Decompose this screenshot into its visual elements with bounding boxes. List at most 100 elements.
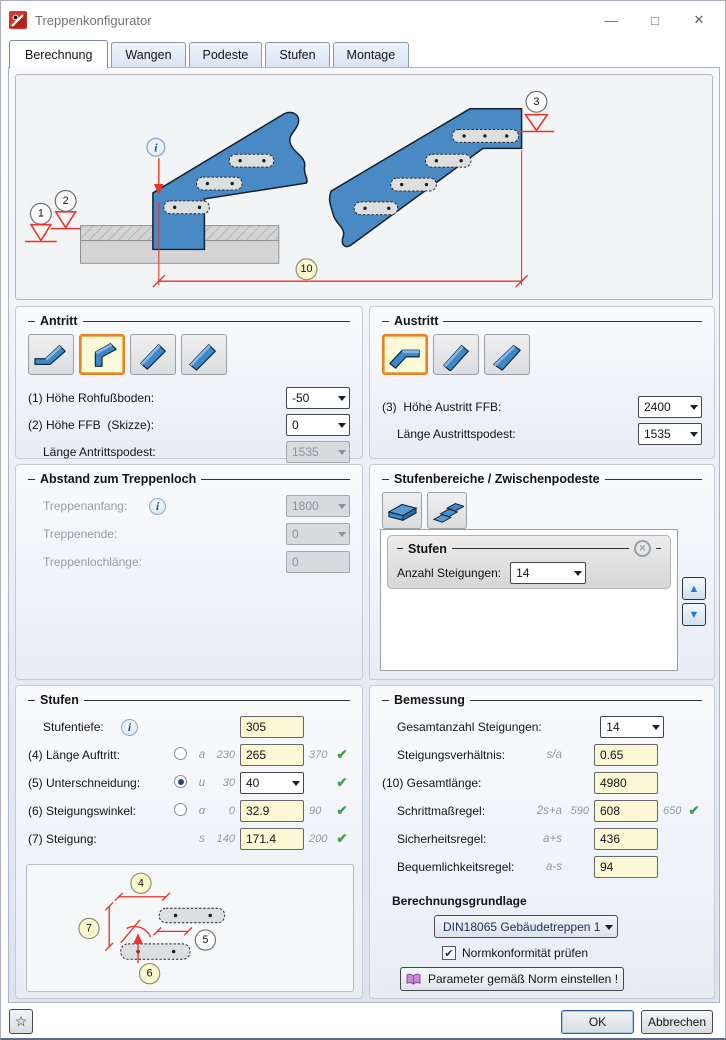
steigungswinkel-radio[interactable] — [174, 803, 187, 816]
steigung-field[interactable]: 171.4 — [240, 828, 304, 850]
max-value: 650 — [663, 805, 682, 817]
minimize-button[interactable]: — — [593, 7, 629, 33]
antritt-type-post-button[interactable] — [79, 334, 125, 375]
maximize-button[interactable]: □ — [637, 7, 673, 33]
antritt-slope1-icon — [140, 343, 166, 370]
title-bar: Treppenkonfigurator — □ ✕ — [1, 1, 725, 39]
field-label: Treppenanfang: — [43, 499, 128, 513]
check-icon: ✔ — [336, 775, 348, 790]
level-marker-2: 2 — [50, 189, 81, 230]
steigungswinkel-field[interactable]: 32.9 — [240, 800, 304, 822]
laenge-auftritt-field[interactable]: 265 — [240, 744, 304, 766]
max-value: 370 — [309, 749, 328, 761]
antritt-type-slope2-button[interactable] — [181, 334, 227, 375]
tab-montage[interactable]: Montage — [332, 42, 410, 67]
field-label: (6) Steigungswinkel: — [28, 804, 137, 818]
bereich-add-buttons — [382, 492, 702, 529]
dim-4: 4 — [114, 872, 171, 902]
tab-podeste[interactable]: Podeste — [188, 42, 263, 67]
favorite-button[interactable]: ☆ — [9, 1009, 33, 1034]
field-label: Bequemlichkeitsregel: — [397, 860, 515, 874]
group-title: Stufenbereiche / Zwischenpodeste — [382, 472, 702, 486]
symbol-label: s — [199, 833, 205, 845]
treppenanfang-select: 1800 — [286, 495, 350, 517]
info-icon[interactable]: i — [149, 497, 166, 515]
add-stufenbereich-button[interactable] — [427, 492, 467, 529]
move-down-button[interactable]: ▼ — [682, 603, 706, 626]
step-detail-panel: 4 7 5 6 — [26, 864, 354, 992]
field-label: (1) Höhe Rohfußboden: — [28, 390, 155, 405]
gesamtlaenge-field[interactable]: 4980 — [594, 772, 658, 794]
svg-text:6: 6 — [147, 968, 153, 980]
antritt-slope2-icon — [189, 343, 216, 371]
field-label: (10) Gesamtlänge: — [382, 776, 482, 790]
bequemlichkeitsregel-field[interactable]: 94 — [594, 856, 658, 878]
dropdown-arrow-icon — [574, 571, 583, 580]
close-button[interactable]: ✕ — [681, 7, 717, 33]
svg-text:7: 7 — [86, 922, 92, 934]
min-value: 0 — [228, 805, 235, 817]
svg-text:2: 2 — [63, 195, 69, 207]
normkonformitaet-checkbox[interactable]: ✔ — [442, 946, 456, 960]
info-icon[interactable]: i — [121, 718, 138, 736]
unterschneidung-select[interactable]: 40 — [240, 772, 304, 794]
group-austritt: Austritt (3) Höhe Austritt FFB: 2400 Län… — [369, 306, 715, 459]
norm-einstellen-button[interactable]: Parameter gemäß Norm einstellen ! — [400, 967, 624, 991]
treppenende-select: 0 — [286, 523, 350, 545]
antritt-type-slope1-button[interactable] — [130, 334, 176, 375]
austritt-type-landing-button[interactable] — [382, 334, 428, 375]
dropdown-arrow-icon — [652, 725, 661, 734]
add-podest-button[interactable] — [382, 492, 422, 529]
info-icon[interactable]: i — [146, 137, 166, 157]
steigungsverhaeltnis-field[interactable]: 0.65 — [594, 744, 658, 766]
austritt-slope2-icon — [493, 344, 521, 371]
gesamtanzahl-steigungen-select[interactable]: 14 — [600, 716, 665, 738]
antritt-podest-icon — [34, 344, 66, 365]
field-label: (2) Höhe FFB (Skizze): — [28, 417, 155, 432]
field-label: Sicherheitsregel: — [397, 832, 487, 846]
anzahl-steigungen-select[interactable]: 14 — [510, 562, 587, 584]
sicherheitsregel-field[interactable]: 436 — [594, 828, 658, 850]
group-bemessung: Bemessung Gesamtanzahl Steigungen: 14 St… — [369, 685, 715, 999]
field-label: Steigungsverhältnis: — [397, 748, 506, 762]
field-label: Gesamtanzahl Steigungen: — [397, 720, 542, 734]
group-title: Abstand zum Treppenloch — [28, 472, 350, 486]
check-icon: ✔ — [336, 831, 348, 846]
field-label: (4) Länge Auftritt: — [28, 748, 121, 762]
tab-wangen[interactable]: Wangen — [111, 42, 186, 67]
norm-select[interactable]: DIN18065 Gebäudetreppen 1 — [434, 915, 618, 938]
hoehe-austritt-ffb-select[interactable]: 2400 — [638, 395, 702, 418]
cancel-button[interactable]: Abbrechen — [641, 1010, 713, 1034]
stair-diagram: 1 2 3 i 10 — [25, 90, 555, 288]
austritt-type-buttons — [382, 334, 702, 375]
hoehe-ffb-select[interactable]: 0 — [286, 413, 350, 436]
tab-stufen[interactable]: Stufen — [265, 42, 330, 67]
auftritt-radio[interactable] — [174, 747, 187, 760]
ok-button[interactable]: OK — [561, 1010, 634, 1034]
stufentiefe-field[interactable]: 305 — [240, 716, 304, 738]
stufen-card-header: Stufen ✕ — [397, 540, 661, 557]
austritt-type-slope2-button[interactable] — [484, 334, 530, 375]
svg-text:10: 10 — [300, 263, 312, 275]
treppenkonfigurator-dialog: Treppenkonfigurator — □ ✕ Berechnung Wan… — [0, 0, 726, 1040]
austritt-type-slope1-button[interactable] — [433, 334, 479, 375]
move-up-button[interactable]: ▲ — [682, 577, 706, 600]
antritt-type-podest-button[interactable] — [28, 334, 74, 375]
dropdown-arrow-icon — [338, 422, 346, 432]
group-title: Stufen — [28, 693, 350, 707]
group-title: Bemessung — [382, 693, 702, 707]
dropdown-arrow-icon — [605, 924, 613, 934]
berechnungsgrundlage-title: Berechnungsgrundlage — [392, 894, 527, 908]
field-label: Länge Austrittspodest: — [397, 426, 516, 441]
hoehe-rohfussboden-select[interactable]: -50 — [286, 386, 350, 409]
symbol-label: a-s — [546, 861, 562, 873]
laenge-austrittspodest-select[interactable]: 1535 — [638, 422, 702, 445]
remove-stufen-button[interactable]: ✕ — [634, 540, 651, 557]
tab-berechnung[interactable]: Berechnung — [9, 40, 109, 68]
unterschneidung-radio[interactable] — [174, 775, 187, 788]
schrittmassregel-field[interactable]: 608 — [594, 800, 658, 822]
min-value: 30 — [222, 777, 235, 789]
field-label: (5) Unterschneidung: — [28, 776, 141, 790]
group-title: Antritt — [28, 314, 350, 328]
antritt-post-icon — [94, 342, 117, 367]
